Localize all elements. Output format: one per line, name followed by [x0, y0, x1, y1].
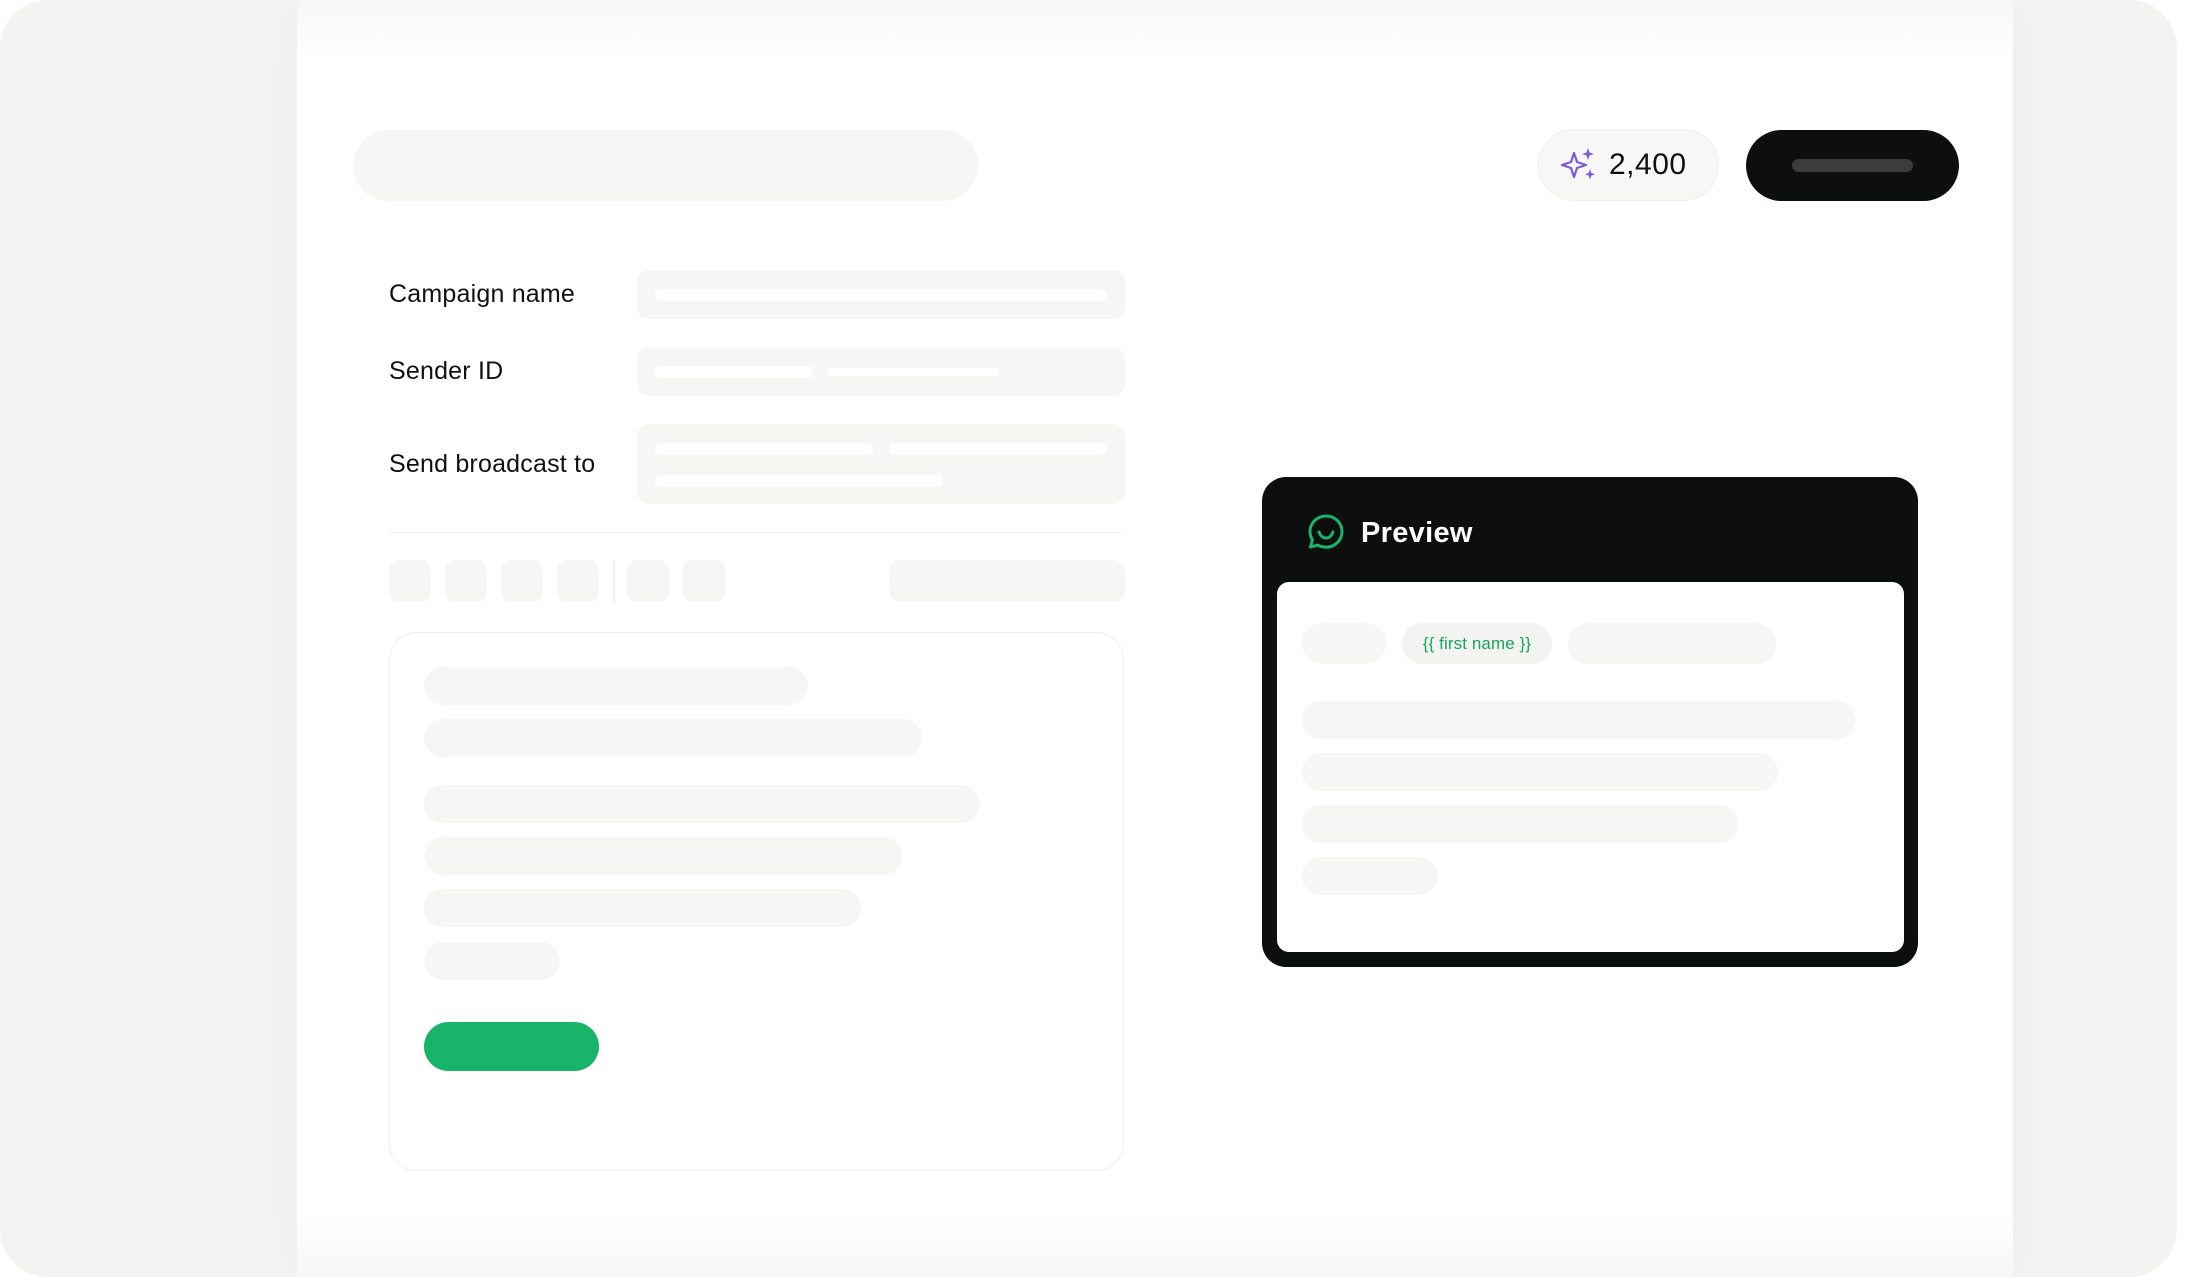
- sender-id-input[interactable]: [637, 347, 1125, 396]
- editor-line: [424, 719, 922, 757]
- sender-id-label: Sender ID: [389, 357, 504, 385]
- preview-message: {{ first name }}: [1277, 582, 1904, 952]
- app-frame: 2,400 Campaign name Sender ID Send broad…: [0, 0, 2177, 1277]
- whatsapp-icon: [1308, 514, 1344, 549]
- credits-badge[interactable]: 2,400: [1538, 129, 1719, 201]
- left-sidebar: [0, 0, 297, 1277]
- insert-button[interactable]: [424, 1022, 599, 1071]
- editor-line: [424, 785, 980, 823]
- campaign-name-label: Campaign name: [389, 280, 576, 308]
- editor-line: [424, 667, 808, 705]
- message-placeholder: [1302, 623, 1386, 664]
- page-title-placeholder: [353, 130, 978, 201]
- right-gutter: [2013, 0, 2177, 1277]
- campaign-name-input[interactable]: [637, 270, 1125, 319]
- message-placeholder: [1302, 805, 1738, 843]
- sparkle-icon: [1560, 148, 1595, 180]
- toolbar-button-5[interactable]: [627, 560, 669, 602]
- toolbar-button-6[interactable]: [683, 560, 725, 602]
- preview-panel: Preview {{ first name }}: [1262, 477, 1918, 967]
- credits-count: 2,400: [1609, 148, 1687, 181]
- toolbar-button-3[interactable]: [501, 560, 543, 602]
- primary-action-button[interactable]: [1746, 130, 1959, 201]
- toolbar-separator: [613, 560, 615, 602]
- toolbar-button-2[interactable]: [445, 560, 487, 602]
- form-divider: [389, 532, 1124, 533]
- broadcast-audience-input[interactable]: [637, 424, 1125, 504]
- toolbar-button-1[interactable]: [389, 560, 431, 602]
- send-broadcast-to-label: Send broadcast to: [389, 450, 596, 478]
- editor-line: [424, 889, 861, 927]
- message-placeholder: [1568, 623, 1776, 664]
- editor-line: [424, 942, 560, 980]
- toolbar-button-4[interactable]: [557, 560, 599, 602]
- message-placeholder: [1302, 701, 1856, 739]
- message-placeholder: [1302, 857, 1438, 895]
- preview-title: Preview: [1361, 517, 1473, 549]
- button-label-placeholder: [1792, 159, 1913, 172]
- message-placeholder: [1302, 753, 1778, 791]
- editor-line: [424, 837, 902, 875]
- variable-chip: {{ first name }}: [1402, 623, 1552, 664]
- toolbar-dropdown[interactable]: [889, 560, 1125, 602]
